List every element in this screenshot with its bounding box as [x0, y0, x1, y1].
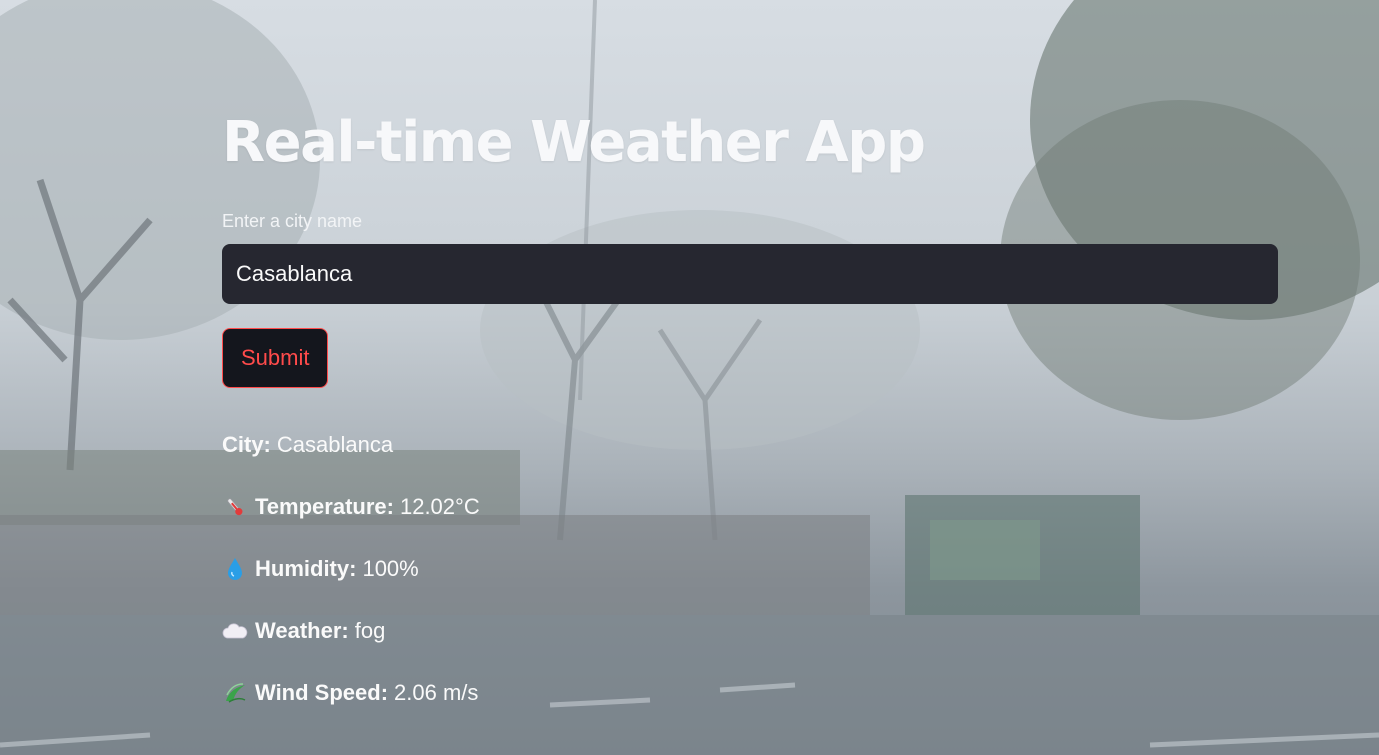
droplet-icon [222, 554, 248, 584]
page-title: Real-time Weather App [222, 110, 926, 175]
temperature-value: 12.02°C [399, 494, 480, 519]
city-input[interactable] [234, 260, 1266, 288]
weather-row: Weather: fog [222, 616, 1278, 678]
city-row: City: Casablanca [222, 430, 1278, 492]
cloud-icon [222, 616, 248, 646]
submit-button[interactable]: Submit [222, 328, 329, 388]
weather-results: City: Casablanca Temperature: 12.02°C Hu… [222, 430, 1278, 740]
humidity-label: Humidity: [255, 556, 357, 581]
humidity-value: 100% [362, 556, 419, 581]
city-value: Casablanca [276, 432, 394, 457]
weather-value: fog [354, 618, 386, 643]
wind-row: Wind Speed: 2.06 m/s [222, 678, 1278, 740]
wind-label: Wind Speed: [255, 680, 389, 705]
wind-icon [222, 678, 248, 708]
humidity-row: Humidity: 100% [222, 554, 1278, 616]
wind-value: 2.06 m/s [394, 680, 479, 705]
temperature-row: Temperature: 12.02°C [222, 492, 1278, 554]
main-content: Real-time Weather App Enter a city name … [222, 100, 1278, 740]
city-input-container[interactable] [222, 244, 1278, 304]
city-label: City: [222, 432, 271, 457]
city-input-label: Enter a city name [222, 211, 363, 231]
weather-label: Weather: [255, 618, 349, 643]
thermometer-icon [222, 492, 248, 522]
temperature-label: Temperature: [255, 494, 394, 519]
